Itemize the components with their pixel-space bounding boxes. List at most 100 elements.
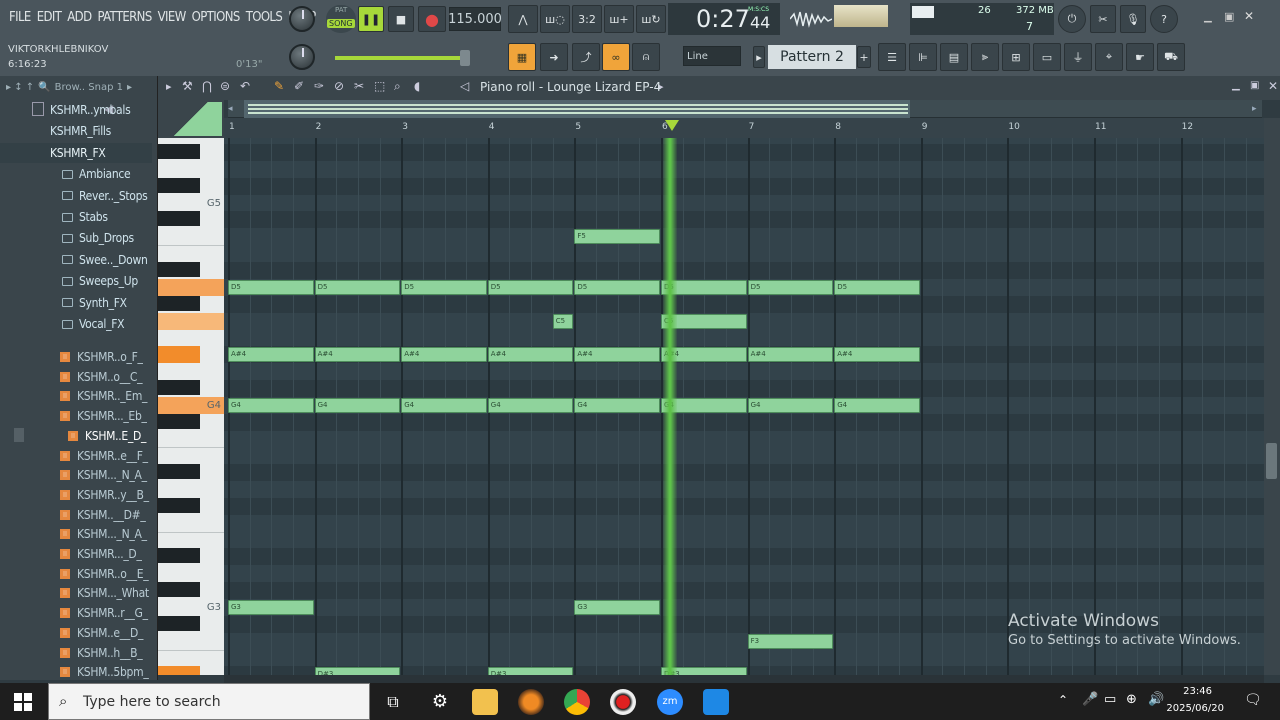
pat-song-switch[interactable]: PAT SONG: [326, 5, 356, 33]
slide-button[interactable]: ⤴: [572, 43, 600, 71]
browser-item[interactable]: Stabs: [0, 207, 152, 227]
note[interactable]: G3: [574, 599, 660, 615]
browser-item[interactable]: Sweeps_Up: [0, 271, 152, 291]
active-key[interactable]: [158, 278, 224, 296]
playback-tool-icon[interactable]: ◖: [414, 79, 420, 93]
velocity-corner[interactable]: [160, 102, 222, 136]
add-pattern-button[interactable]: +: [857, 46, 871, 68]
browser-item[interactable]: KSHMR.._Em_: [0, 386, 152, 406]
task-view-icon[interactable]: ⧉: [380, 689, 406, 715]
note[interactable]: A#4: [574, 347, 660, 363]
note[interactable]: D5: [834, 279, 920, 295]
black-key[interactable]: [158, 211, 200, 227]
pr-minimize-icon[interactable]: ▁: [1232, 80, 1240, 91]
blend-button[interactable]: ш+: [604, 5, 634, 33]
typing-keyboard-button[interactable]: ⍝: [632, 43, 660, 71]
browser-item[interactable]: KSHM..o__C_: [0, 367, 152, 387]
black-key[interactable]: [158, 413, 200, 429]
notification-icon[interactable]: 🗨: [1244, 692, 1262, 708]
song-time-display[interactable]: 0:27 M:S:CS 44: [668, 3, 780, 35]
note[interactable]: D5: [228, 279, 314, 295]
browser-item[interactable]: KSHMR..y__B_: [0, 485, 152, 505]
master-volume-handle[interactable]: [460, 50, 470, 66]
wait-input-button[interactable]: ш◌: [540, 5, 570, 33]
active-key[interactable]: [158, 666, 200, 675]
browser-item[interactable]: Sub_Drops: [0, 228, 152, 248]
black-key[interactable]: [158, 582, 200, 598]
magnet-icon[interactable]: ⋂: [202, 79, 212, 93]
chrome-icon[interactable]: [564, 689, 590, 715]
settings-gear-icon[interactable]: ⚙: [427, 689, 453, 715]
browser-item[interactable]: KSHM..._N_A_: [0, 465, 152, 485]
browser-item[interactable]: KSHM..5bpm_: [0, 662, 152, 682]
pattern-prev-button[interactable]: ▸: [753, 46, 765, 68]
mic-button[interactable]: 🎙: [1120, 5, 1146, 33]
note[interactable]: D#3: [487, 667, 574, 675]
wrench-icon[interactable]: ⚒: [182, 79, 193, 93]
note[interactable]: G4: [401, 397, 487, 413]
browser-item[interactable]: Vocal_FX: [0, 314, 152, 334]
active-key[interactable]: [158, 312, 224, 330]
tray-chevron-icon[interactable]: ⌃: [1058, 693, 1068, 707]
select-tool-icon[interactable]: ⬚: [374, 79, 385, 93]
menu-view[interactable]: VIEW: [155, 8, 189, 30]
pr-close-icon[interactable]: ✕: [1268, 79, 1278, 93]
scroll-left-icon[interactable]: ◂: [228, 104, 233, 114]
clock-date[interactable]: 2025/06/20: [1166, 703, 1224, 714]
browser-toggle-button[interactable]: ⌖: [1095, 43, 1123, 71]
piano-keyboard[interactable]: G5 G4 G3: [158, 138, 224, 675]
black-key[interactable]: [158, 379, 200, 395]
link-button[interactable]: ∞: [602, 43, 630, 71]
note[interactable]: D5: [401, 279, 487, 295]
restore-button[interactable]: ▣: [1224, 10, 1240, 24]
play-button[interactable]: ❚❚: [358, 6, 384, 32]
browser-item[interactable]: Synth_FX: [0, 293, 152, 313]
browser-item[interactable]: KSHMR..ymbals: [0, 100, 152, 120]
snap-select[interactable]: Line: [683, 46, 741, 66]
menu-tools[interactable]: TOOLS: [243, 8, 286, 30]
note[interactable]: G4: [228, 397, 314, 413]
piano-roll-button[interactable]: ▦: [508, 43, 536, 71]
templates-button[interactable]: ▭: [1033, 43, 1061, 71]
speaker-small-icon[interactable]: ◁: [460, 79, 469, 93]
menu-add[interactable]: ADD: [64, 8, 94, 30]
note[interactable]: A#4: [401, 347, 487, 363]
plugin-button[interactable]: ⏚: [1064, 43, 1092, 71]
pencil-icon[interactable]: ✎: [274, 79, 284, 93]
windows-start-icon[interactable]: [14, 693, 32, 711]
note[interactable]: D5: [487, 279, 574, 295]
master-volume-slider[interactable]: [335, 56, 465, 60]
note[interactable]: A#4: [487, 347, 574, 363]
browser-item[interactable]: KSHMR..r__G_: [0, 603, 152, 623]
playlist-button[interactable]: ☰: [878, 43, 906, 71]
master-volume-knob[interactable]: [289, 6, 315, 32]
note[interactable]: G4: [747, 397, 834, 413]
browser-item[interactable]: KSHMR_Fills: [0, 121, 152, 141]
volume-icon[interactable]: 🔊: [1148, 692, 1164, 707]
browser-item[interactable]: KSHMR_FX: [0, 142, 152, 163]
browser-item[interactable]: KSHM..__D#_: [0, 505, 152, 525]
record-button[interactable]: ●: [418, 6, 446, 32]
loop-record-button[interactable]: ш↻: [636, 5, 666, 33]
zoom-tool-icon[interactable]: ⌕: [394, 79, 401, 94]
note[interactable]: G4: [574, 397, 660, 413]
tools-button[interactable]: ✂: [1090, 5, 1116, 33]
delete-tool-icon[interactable]: ✑: [314, 79, 324, 93]
black-key[interactable]: [158, 615, 200, 631]
browser-item[interactable]: Ambiance: [0, 164, 152, 184]
black-key[interactable]: [158, 177, 200, 193]
pattern-selector[interactable]: Pattern 2: [768, 45, 856, 69]
browser-item[interactable]: KSHM..e__D_: [0, 623, 152, 643]
browser-item[interactable]: KSHMR..._Eb_: [0, 406, 152, 426]
slice-tool-icon[interactable]: ✂: [354, 79, 364, 93]
file-explorer-icon[interactable]: [472, 689, 498, 715]
search-icon[interactable]: 🔍: [38, 82, 50, 93]
vertical-scrollbar[interactable]: [1264, 118, 1280, 675]
browser-item[interactable]: KSHM..._N_A_: [0, 524, 152, 544]
chevron-right-icon[interactable]: ▸: [127, 82, 132, 93]
note[interactable]: C5: [552, 313, 574, 329]
note[interactable]: F3: [747, 633, 834, 649]
note[interactable]: A#4: [834, 347, 920, 363]
fl-studio-icon[interactable]: [518, 689, 544, 715]
menu-edit[interactable]: EDIT: [34, 8, 65, 30]
